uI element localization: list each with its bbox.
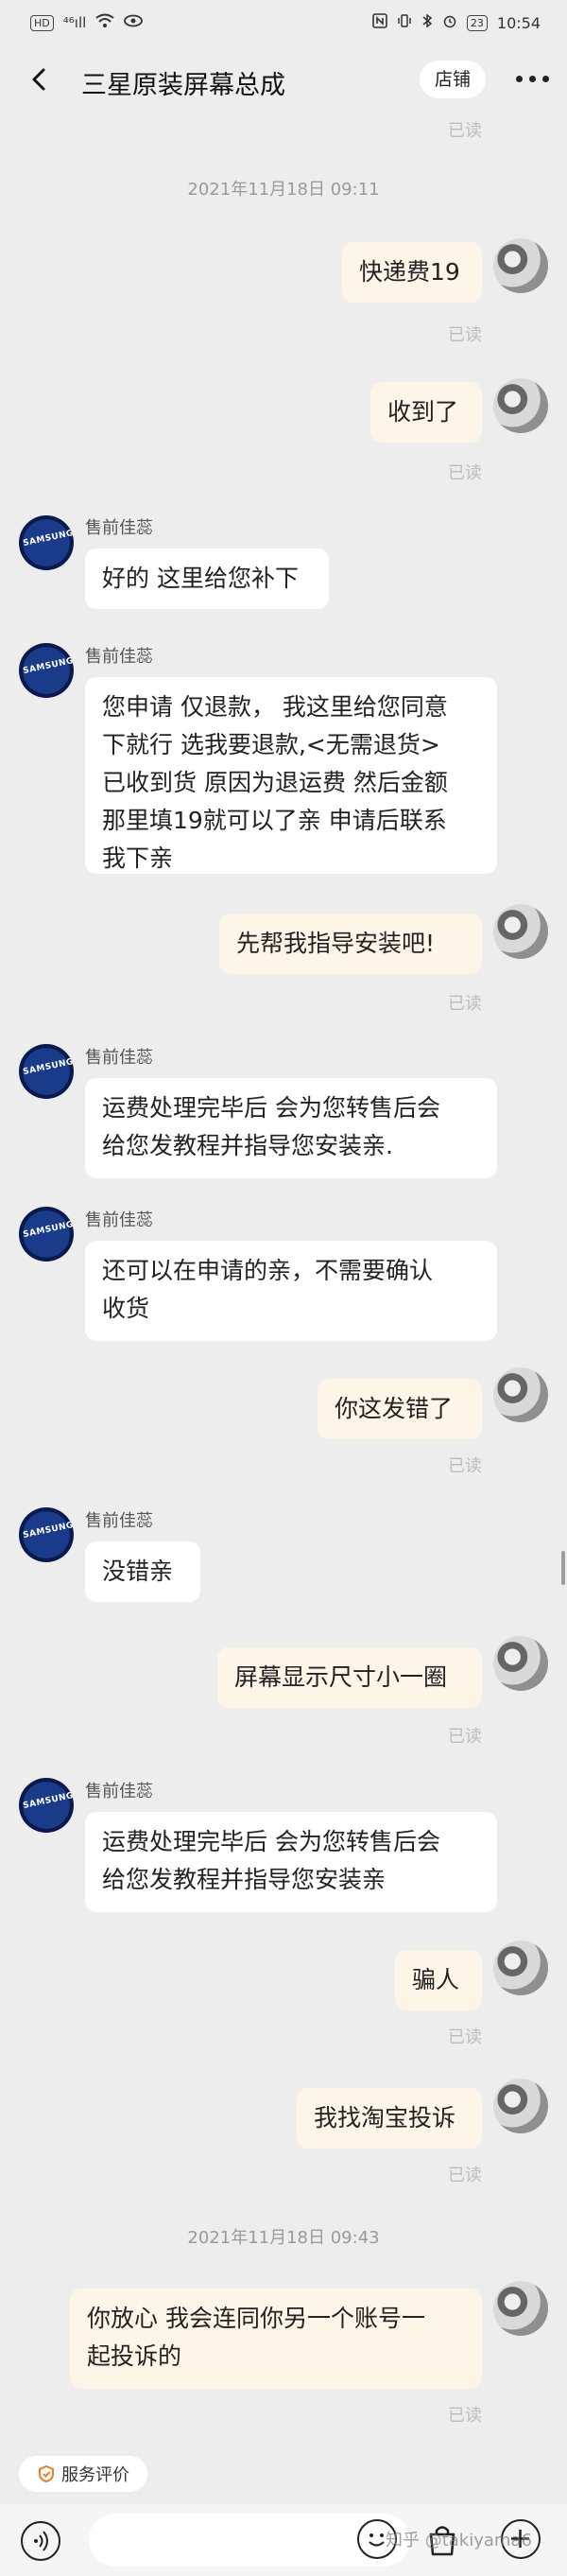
message-bubble[interactable]: 快递费19 (342, 242, 482, 303)
status-left: HD ⁴⁶ıll (30, 13, 144, 32)
message-bubble[interactable]: 你放心 我会连同你另一个账号一 起投诉的 (70, 2289, 482, 2389)
signal-icon: ⁴⁶ıll (62, 14, 87, 31)
status-time: 10:54 (496, 13, 541, 32)
user-avatar[interactable] (493, 1636, 548, 1691)
user-avatar[interactable] (493, 904, 548, 959)
seller-avatar[interactable]: SAMSUNG (19, 1044, 74, 1099)
sender-name: 售前佳蕊 (85, 1210, 153, 1230)
user-avatar[interactable] (493, 238, 548, 293)
seller-avatar[interactable]: SAMSUNG (19, 643, 74, 698)
read-status: 已读 (448, 2406, 482, 2426)
seller-avatar[interactable]: SAMSUNG (19, 1778, 74, 1833)
seller-avatar-text: SAMSUNG (22, 1056, 74, 1078)
nfc-icon (372, 13, 387, 32)
message-bubble[interactable]: 你这发错了 (318, 1379, 482, 1439)
page-title: 三星原装屏幕总成 (81, 71, 285, 100)
read-status: 已读 (448, 2166, 482, 2185)
seller-avatar[interactable]: SAMSUNG (19, 1507, 74, 1562)
message-bubble[interactable]: 还可以在申请的亲，不需要确认 收货 (85, 1241, 497, 1341)
message-line: 我下亲 (102, 844, 174, 872)
status-bar: HD ⁴⁶ıll 23 10:54 (0, 0, 567, 47)
voice-icon[interactable] (21, 2521, 60, 2561)
seller-avatar-text: SAMSUNG (22, 528, 74, 549)
user-avatar[interactable] (493, 1367, 548, 1422)
more-icon[interactable] (514, 68, 552, 91)
service-rating-label: 服务评价 (61, 2465, 129, 2485)
read-status: 已读 (448, 463, 482, 483)
message-bubble[interactable]: 好的 这里给您补下 (85, 548, 329, 609)
battery-icon: 23 (466, 14, 488, 31)
shop-button[interactable]: 店铺 (420, 61, 486, 98)
seller-avatar[interactable]: SAMSUNG (19, 1207, 74, 1262)
bluetooth-icon (421, 13, 433, 32)
read-status: 已读 (448, 994, 482, 1014)
status-right: 23 10:54 (372, 13, 541, 32)
read-status: 已读 (448, 2028, 482, 2047)
message-line: 已收到货 原因为退运费 然后金额 (102, 769, 448, 796)
timestamp: 2021年11月18日 09:43 (187, 2228, 380, 2248)
message-line: 还可以在申请的亲，不需要确认 (102, 1257, 434, 1284)
back-arrow-icon[interactable] (23, 62, 57, 96)
scrollbar[interactable] (561, 1551, 565, 1585)
message-bubble[interactable]: 屏幕显示尺寸小一圈 (217, 1647, 482, 1708)
eye-icon (124, 14, 144, 31)
seller-avatar-text: SAMSUNG (22, 655, 74, 677)
message-bubble[interactable]: 您申请 仅退款， 我这里给您同意 下就行 选我要退款,<无需退货> 已收到货 原… (85, 677, 497, 874)
sender-name: 售前佳蕊 (85, 1048, 153, 1068)
message-line: 给您发教程并指导您安装亲. (102, 1132, 393, 1159)
timestamp: 2021年11月18日 09:11 (187, 180, 380, 200)
message-bubble[interactable]: 没错亲 (85, 1541, 200, 1602)
message-bubble[interactable]: 运费处理完毕后 会为您转售后会 给您发教程并指导您安装亲. (85, 1078, 497, 1178)
message-line: 您申请 仅退款， 我这里给您同意 (102, 693, 448, 721)
sender-name: 售前佳蕊 (85, 1782, 153, 1801)
message-bubble[interactable]: 骗人 (395, 1950, 482, 2010)
seller-avatar-text: SAMSUNG (22, 1790, 74, 1812)
message-line: 你放心 我会连同你另一个账号一 (87, 2305, 425, 2332)
message-line: 起投诉的 (87, 2342, 182, 2370)
wifi-icon (95, 13, 114, 32)
read-status: 已读 (448, 325, 482, 345)
seller-avatar-text: SAMSUNG (22, 1219, 74, 1241)
read-status: 已读 (448, 1456, 482, 1476)
vibrate-icon (397, 13, 412, 32)
message-bubble[interactable]: 运费处理完毕后 会为您转售后会 给您发教程并指导您安装亲 (85, 1812, 497, 1912)
seller-avatar[interactable]: SAMSUNG (19, 515, 74, 570)
user-avatar[interactable] (493, 378, 548, 433)
user-avatar[interactable] (493, 1941, 548, 1995)
nav-bar: 三星原装屏幕总成 店铺 (0, 47, 567, 113)
user-avatar[interactable] (493, 2281, 548, 2336)
message-line: 下就行 选我要退款,<无需退货> (102, 731, 440, 758)
service-rating-icon (37, 2464, 56, 2483)
seller-avatar-text: SAMSUNG (22, 1520, 74, 1541)
sender-name: 售前佳蕊 (85, 1511, 153, 1531)
read-status: 已读 (448, 121, 482, 141)
message-line: 收货 (102, 1295, 150, 1322)
hd-badge: HD (30, 14, 54, 31)
user-avatar[interactable] (493, 2079, 548, 2133)
sender-name: 售前佳蕊 (85, 518, 153, 538)
message-bubble[interactable]: 我找淘宝投诉 (297, 2088, 482, 2149)
watermark: 知乎 @takiyama6 (386, 2531, 532, 2550)
sender-name: 售前佳蕊 (85, 647, 153, 667)
message-line: 给您发教程并指导您安装亲 (102, 1866, 387, 1893)
alarm-icon (442, 13, 457, 32)
read-status: 已读 (448, 1727, 482, 1747)
service-rating-button[interactable]: 服务评价 (19, 2456, 147, 2492)
message-line: 那里填19就可以了亲 申请后联系 (102, 807, 447, 834)
message-line: 运费处理完毕后 会为您转售后会 (102, 1828, 440, 1855)
message-line: 运费处理完毕后 会为您转售后会 (102, 1094, 440, 1122)
message-bubble[interactable]: 收到了 (370, 382, 482, 443)
message-bubble[interactable]: 先帮我指导安装吧! (219, 914, 482, 974)
